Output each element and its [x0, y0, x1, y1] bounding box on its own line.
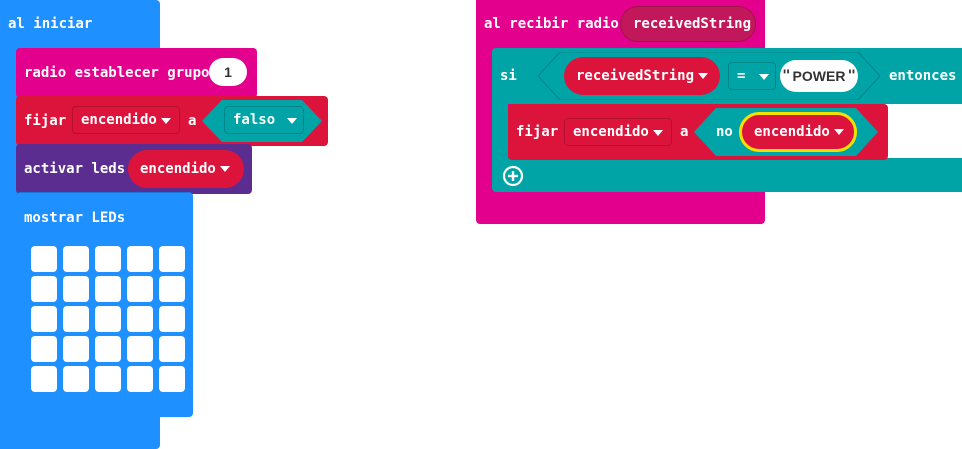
to-label-2: a: [680, 124, 689, 140]
led-cell[interactable]: [127, 336, 153, 362]
chevron-down-icon: [220, 166, 230, 172]
led-cell[interactable]: [159, 276, 185, 302]
led-cell[interactable]: [31, 366, 57, 392]
led-cell[interactable]: [95, 276, 121, 302]
received-string-param-label: receivedString: [633, 16, 752, 32]
variable-dropdown-2[interactable]: encendido: [564, 118, 672, 146]
quote-close: ": [847, 68, 856, 84]
if-block[interactable]: si receivedString = " POWER " entonces: [492, 48, 962, 104]
led-cell[interactable]: [31, 276, 57, 302]
group-number-input[interactable]: 1: [209, 58, 247, 86]
led-cell[interactable]: [127, 276, 153, 302]
led-cell[interactable]: [63, 366, 89, 392]
string-literal-value: POWER: [792, 68, 846, 84]
led-cell[interactable]: [159, 336, 185, 362]
comparison-left-value: receivedString: [576, 68, 695, 84]
radio-set-group-label: radio establecer grupo: [24, 65, 210, 81]
if-block-footer: [492, 158, 962, 192]
boolean-dropdown[interactable]: falso: [224, 106, 304, 134]
variable-dropdown-value: encendido: [81, 112, 157, 128]
string-literal[interactable]: " POWER ": [780, 60, 858, 92]
quote-open: ": [782, 68, 791, 84]
if-label: si: [500, 68, 517, 84]
boolean-dropdown-value: falso: [233, 112, 276, 128]
led-cell[interactable]: [159, 306, 185, 332]
chevron-down-icon: [698, 73, 708, 79]
enable-leds-block[interactable]: activar leds encendido: [16, 144, 252, 194]
then-label: entonces: [889, 68, 957, 84]
led-cell[interactable]: [31, 336, 57, 362]
led-cell[interactable]: [127, 366, 153, 392]
set-variable-not-block[interactable]: fijar encendido a no encendido: [508, 104, 888, 160]
led-cell[interactable]: [31, 246, 57, 272]
on-radio-label: al recibir radio: [484, 16, 619, 32]
enable-leds-variable-value: encendido: [140, 161, 216, 177]
show-leds-block[interactable]: mostrar LEDs: [16, 192, 193, 417]
enable-leds-label: activar leds: [24, 161, 126, 177]
chevron-down-icon: [161, 118, 171, 124]
led-cell[interactable]: [31, 306, 57, 332]
received-string-param[interactable]: receivedString: [620, 6, 756, 42]
set-variable-block[interactable]: fijar encendido a falso: [16, 96, 328, 146]
enable-leds-variable[interactable]: encendido: [128, 150, 244, 188]
comparison-left-variable[interactable]: receivedString: [564, 57, 720, 95]
chevron-down-icon: [834, 129, 844, 135]
chevron-down-icon: [653, 130, 663, 136]
led-cell[interactable]: [159, 246, 185, 272]
led-cell[interactable]: [63, 276, 89, 302]
not-variable-highlighted[interactable]: encendido: [739, 112, 857, 152]
led-cell[interactable]: [63, 336, 89, 362]
to-label: a: [188, 113, 197, 129]
set-not-label: fijar: [516, 124, 559, 140]
not-variable-value: encendido: [754, 124, 830, 140]
led-cell[interactable]: [95, 306, 121, 332]
show-leds-label: mostrar LEDs: [24, 210, 126, 226]
operator-dropdown[interactable]: =: [728, 62, 776, 90]
led-cell[interactable]: [127, 246, 153, 272]
led-cell[interactable]: [159, 366, 185, 392]
led-cell[interactable]: [95, 246, 121, 272]
if-block-arm: [492, 104, 508, 160]
led-cell[interactable]: [63, 246, 89, 272]
plus-circle-icon[interactable]: [502, 165, 524, 187]
not-label: no: [716, 124, 733, 140]
operator-value: =: [737, 68, 746, 84]
radio-set-group-block[interactable]: radio establecer grupo 1: [16, 48, 257, 98]
variable-dropdown-2-value: encendido: [573, 124, 649, 140]
chevron-down-icon: [759, 74, 769, 80]
led-cell[interactable]: [95, 366, 121, 392]
set-label: fijar: [24, 113, 67, 129]
variable-dropdown[interactable]: encendido: [72, 106, 180, 134]
led-cell[interactable]: [95, 336, 121, 362]
led-cell[interactable]: [127, 306, 153, 332]
led-cell[interactable]: [63, 306, 89, 332]
chevron-down-icon: [287, 118, 297, 124]
on-start-label: al iniciar: [8, 16, 93, 32]
